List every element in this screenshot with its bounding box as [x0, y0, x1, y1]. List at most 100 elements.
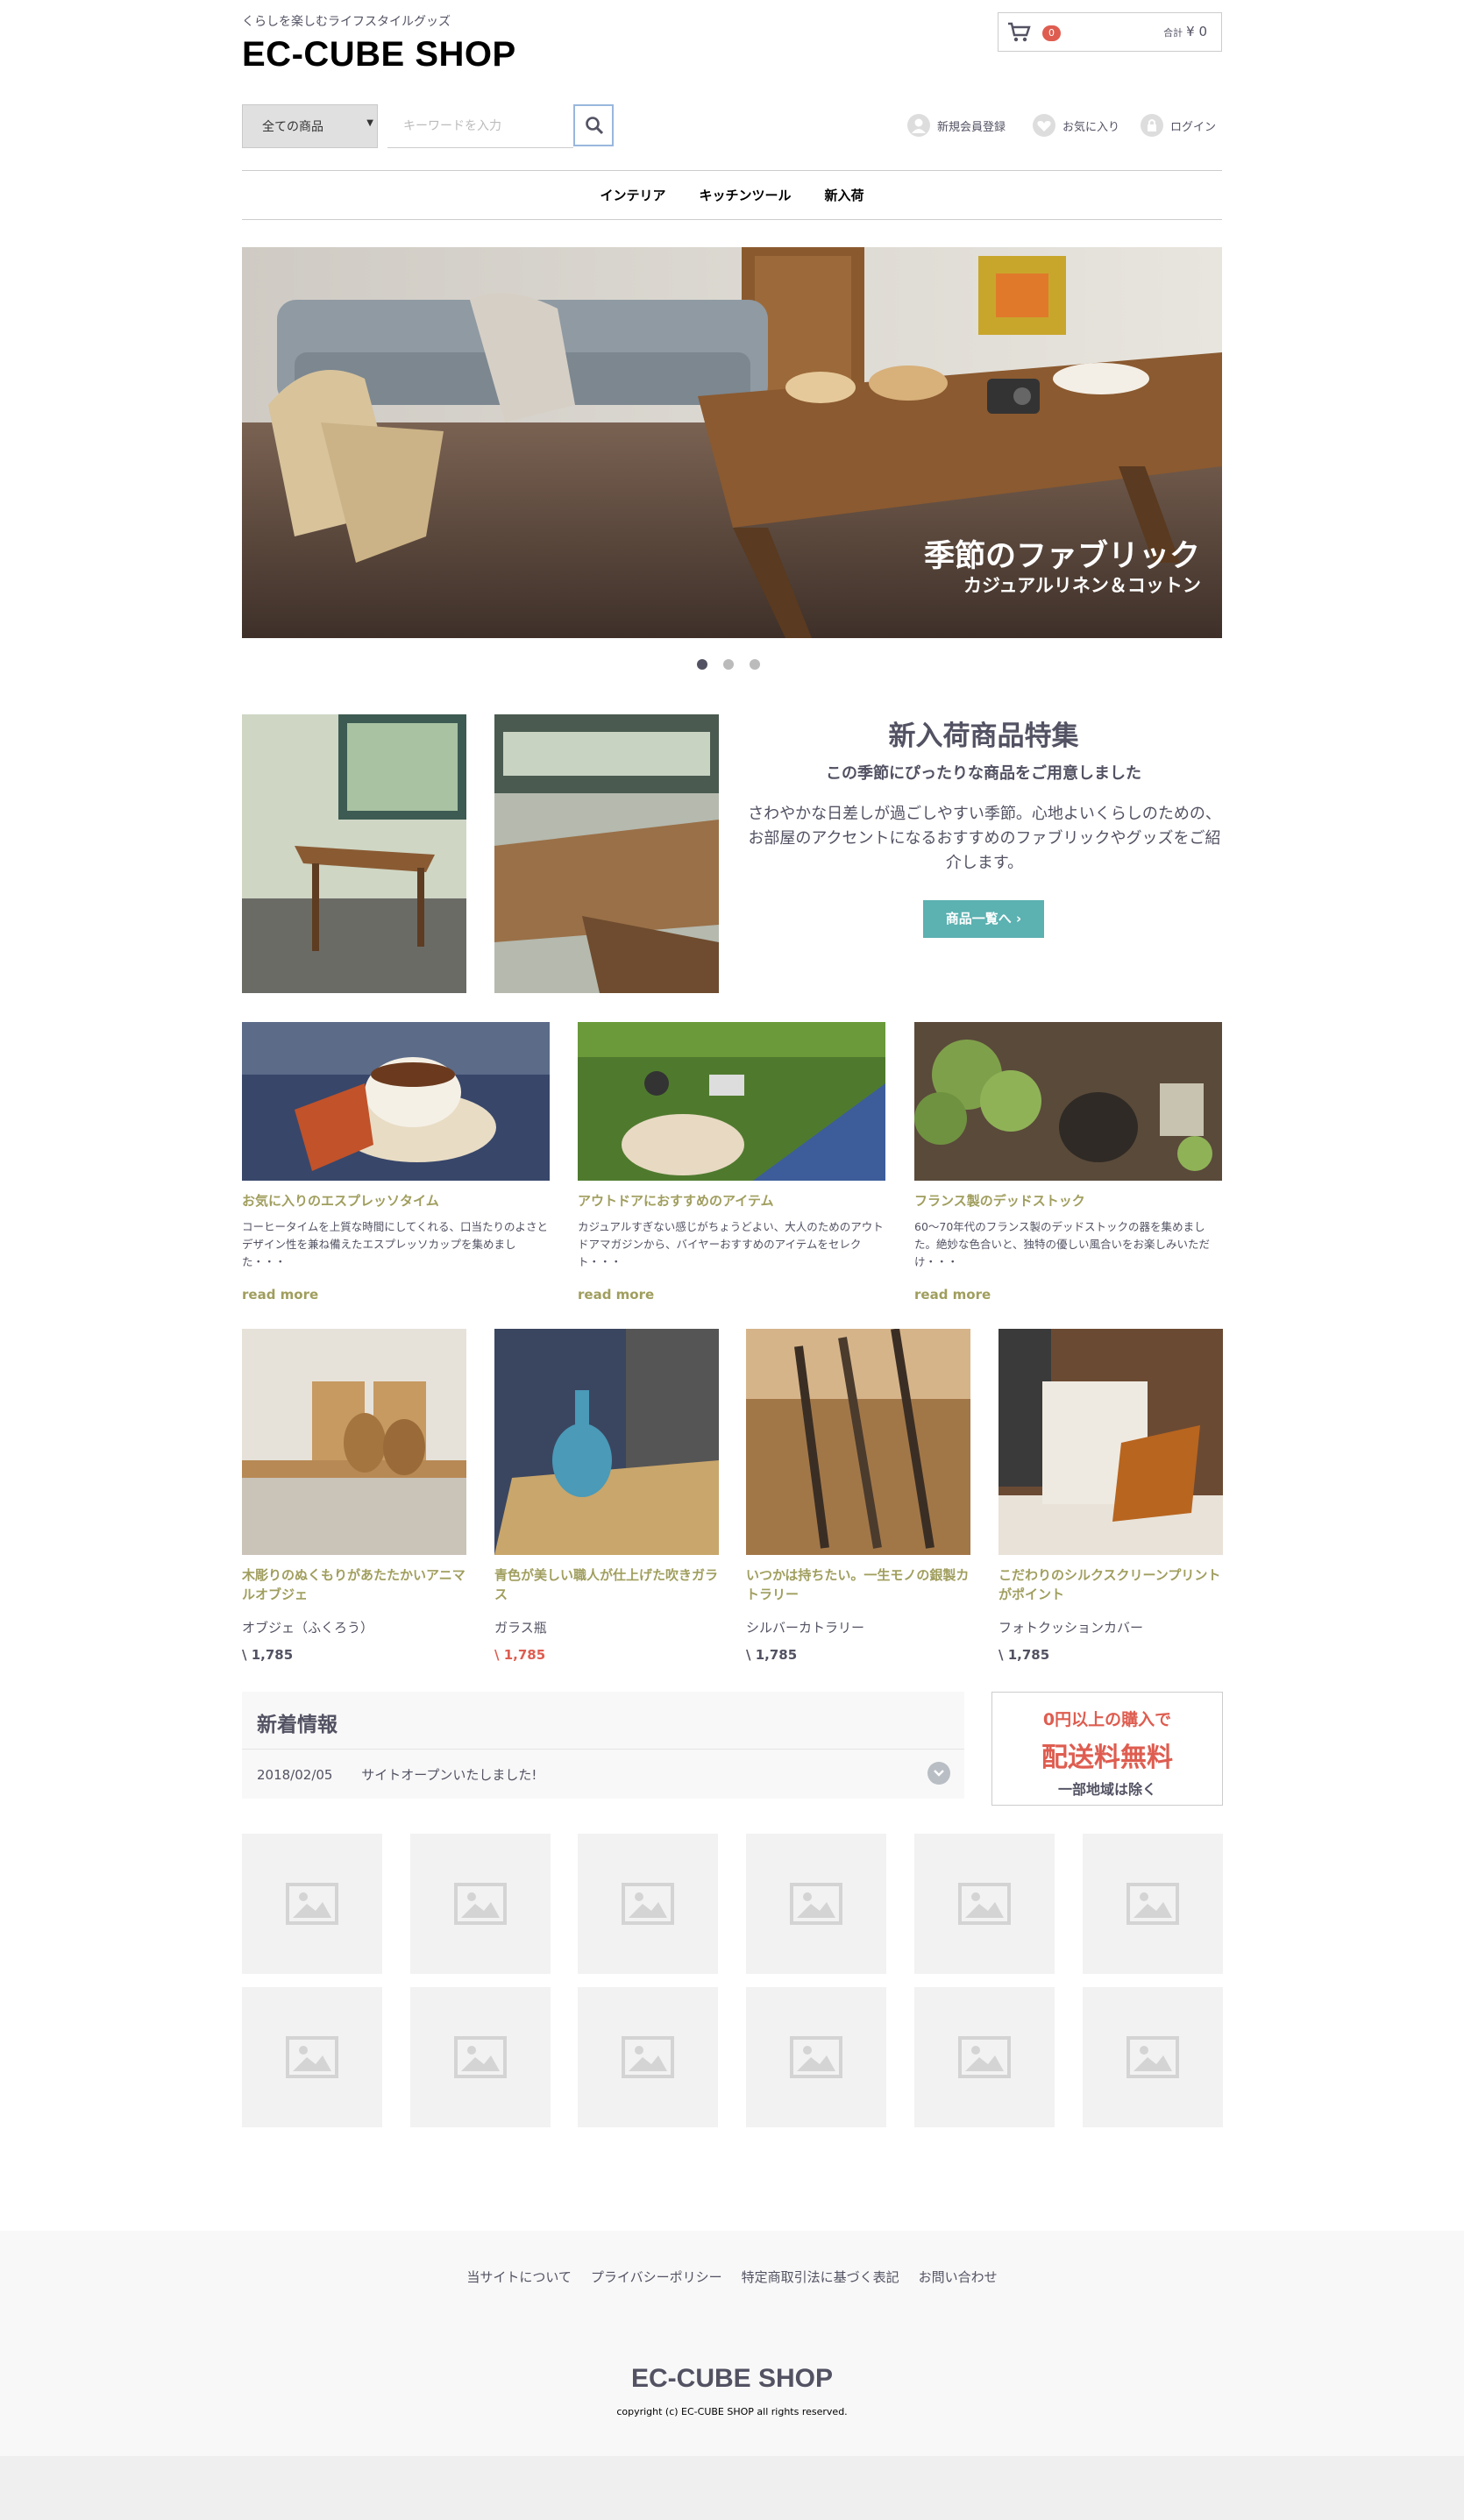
product-name: ガラス瓶 [494, 1620, 547, 1636]
image-placeholder-icon [790, 1883, 842, 1925]
footer-link-privacy[interactable]: プライバシーポリシー [591, 2268, 722, 2286]
image-placeholder[interactable] [1083, 1834, 1223, 1974]
cart-count-badge: 0 [1042, 25, 1061, 41]
read-more-link[interactable]: read more [578, 1287, 885, 1303]
hero-caption-main: 季節のファブリック [924, 539, 1201, 574]
category-select-value: 全ての商品 [262, 120, 323, 134]
nav-item-interior[interactable]: インテリア [600, 186, 665, 204]
image-placeholder-icon [790, 2036, 842, 2078]
product-image [999, 1329, 1223, 1555]
product-list-button[interactable]: 商品一覧へ › [923, 900, 1044, 938]
news-text: サイトオープンいたしました! [361, 1767, 537, 1783]
product-name: シルバーカトラリー [746, 1620, 865, 1636]
image-placeholder[interactable] [1083, 1987, 1223, 2127]
search-input[interactable]: キーワードを入力 [387, 104, 573, 148]
image-placeholder[interactable] [410, 1834, 551, 1974]
feature-body: さわやかな日差しが過ごしやすい季節。心地よいくらしのための、お部屋のアクセントに… [748, 805, 1221, 872]
image-placeholder[interactable] [914, 1834, 1055, 1974]
image-placeholder-icon [454, 2036, 507, 2078]
shipping-line-1: 0円以上の購入で [1042, 1710, 1172, 1729]
product-name: オブジェ（ふくろう） [242, 1620, 374, 1636]
read-more-link[interactable]: read more [242, 1287, 550, 1303]
image-placeholder-icon [622, 2036, 674, 2078]
feature-image-2 [494, 714, 719, 993]
image-placeholder[interactable] [578, 1834, 718, 1974]
hero-pagination [697, 659, 760, 670]
image-placeholder-icon [958, 1883, 1011, 1925]
cart-total-value: ¥ 0 [1186, 24, 1207, 39]
user-icon [907, 114, 930, 137]
product-card[interactable]: 木彫りのぬくもりがあたたかいアニマルオブジェ オブジェ（ふくろう） \ 1,78… [242, 1329, 466, 1663]
cart-icon [1008, 22, 1031, 42]
product-description: 木彫りのぬくもりがあたたかいアニマルオブジェ [242, 1567, 465, 1602]
footer-link-about[interactable]: 当サイトについて [466, 2268, 572, 2286]
hero-dot-2[interactable] [723, 659, 734, 670]
news-panel: 新着情報 2018/02/05 サイトオープンいたしました! [242, 1692, 964, 1799]
category-select[interactable]: 全ての商品 ▼ [242, 104, 378, 148]
article-card[interactable]: お気に入りのエスプレッソタイム コーヒータイムを上質な時間にしてくれる、口当たり… [242, 1022, 550, 1303]
image-placeholder[interactable] [746, 1834, 886, 1974]
image-placeholder[interactable] [242, 1987, 382, 2127]
login-link[interactable]: ログイン [1141, 112, 1216, 138]
image-placeholder[interactable] [578, 1987, 718, 2127]
product-description: いつかは持ちたい。一生モノの銀製カトラリー [746, 1567, 970, 1602]
signup-label: 新規会員登録 [937, 120, 1006, 134]
hero-dot-1[interactable] [697, 659, 707, 670]
search-button[interactable] [573, 104, 614, 146]
image-placeholder[interactable] [914, 1987, 1055, 2127]
read-more-link[interactable]: read more [914, 1287, 1222, 1303]
product-description: 青色が美しい職人が仕上げた吹きガラス [494, 1567, 719, 1602]
image-placeholder-icon [1126, 1883, 1179, 1925]
hero-dot-3[interactable] [750, 659, 760, 670]
search-icon [586, 117, 604, 135]
chevron-right-icon: › [1011, 911, 1022, 926]
product-price: \ 1,785 [999, 1647, 1050, 1663]
footer-link-contact[interactable]: お問い合わせ [919, 2268, 998, 2286]
copyright: copyright (c) EC-CUBE SHOP all rights re… [616, 2406, 848, 2417]
product-card[interactable]: 青色が美しい職人が仕上げた吹きガラス ガラス瓶 \ 1,785 [494, 1329, 719, 1663]
product-description: こだわりのシルクスクリーンプリントがポイント [999, 1567, 1221, 1602]
nav-item-kitchen[interactable]: キッチンツール [699, 186, 791, 204]
favorites-link[interactable]: お気に入り [1033, 112, 1119, 138]
feature-title: 新入荷商品特集 [888, 721, 1079, 752]
article-image [578, 1022, 885, 1181]
article-text: 60～70年代のフランス製のデッドストックの器を集めました。絶妙な色合いと、独特… [914, 1220, 1211, 1268]
product-image [242, 1329, 466, 1555]
heart-icon [1033, 114, 1055, 137]
hero-banner[interactable]: 季節のファブリック カジュアルリネン＆コットン [242, 247, 1222, 638]
article-card[interactable]: フランス製のデッドストック 60～70年代のフランス製のデッドストックの器を集め… [914, 1022, 1222, 1303]
article-image [914, 1022, 1222, 1181]
chevron-down-icon[interactable] [927, 1762, 950, 1785]
chevron-down-icon: ▼ [366, 118, 373, 128]
login-label: ログイン [1170, 120, 1217, 134]
image-placeholder-icon [958, 2036, 1011, 2078]
image-placeholder[interactable] [410, 1987, 551, 2127]
image-placeholder[interactable] [242, 1834, 382, 1974]
article-title: アウトドアにおすすめのアイテム [578, 1193, 774, 1209]
product-card[interactable]: こだわりのシルクスクリーンプリントがポイント フォトクッションカバー \ 1,7… [999, 1329, 1223, 1663]
lock-icon [1141, 114, 1163, 137]
feature-subtitle: この季節にぴったりな商品をご用意しました [826, 764, 1141, 783]
tagline: くらしを楽しむライフスタイルグッズ [242, 15, 451, 29]
image-placeholder-icon [622, 1883, 674, 1925]
article-image [242, 1022, 550, 1181]
site-logo[interactable]: EC-CUBE SHOP [242, 35, 516, 75]
bottom-band [0, 2456, 1464, 2520]
nav-item-new[interactable]: 新入荷 [825, 186, 864, 204]
article-text: カジュアルすぎない感じがちょうどよい、大人のためのアウトドアマガジンから、バイヤ… [578, 1220, 884, 1268]
footer-logo[interactable]: EC-CUBE SHOP [0, 2364, 1464, 2394]
product-image [494, 1329, 719, 1555]
news-date: 2018/02/05 [257, 1767, 333, 1783]
news-item[interactable]: 2018/02/05 サイトオープンいたしました! [242, 1750, 964, 1799]
article-card[interactable]: アウトドアにおすすめのアイテム カジュアルすぎない感じがちょうどよい、大人のため… [578, 1022, 885, 1303]
product-price: \ 1,785 [494, 1647, 546, 1663]
article-title: お気に入りのエスプレッソタイム [242, 1193, 439, 1209]
image-placeholder-icon [286, 1883, 338, 1925]
footer-link-tokusho[interactable]: 特定商取引法に基づく表記 [742, 2268, 899, 2286]
cart-widget[interactable]: 0 合計 ¥ 0 [998, 12, 1222, 52]
favorites-label: お気に入り [1062, 120, 1120, 134]
image-placeholder-icon [1126, 2036, 1179, 2078]
signup-link[interactable]: 新規会員登録 [907, 112, 1006, 138]
image-placeholder[interactable] [746, 1987, 886, 2127]
product-card[interactable]: いつかは持ちたい。一生モノの銀製カトラリー シルバーカトラリー \ 1,785 [746, 1329, 970, 1663]
